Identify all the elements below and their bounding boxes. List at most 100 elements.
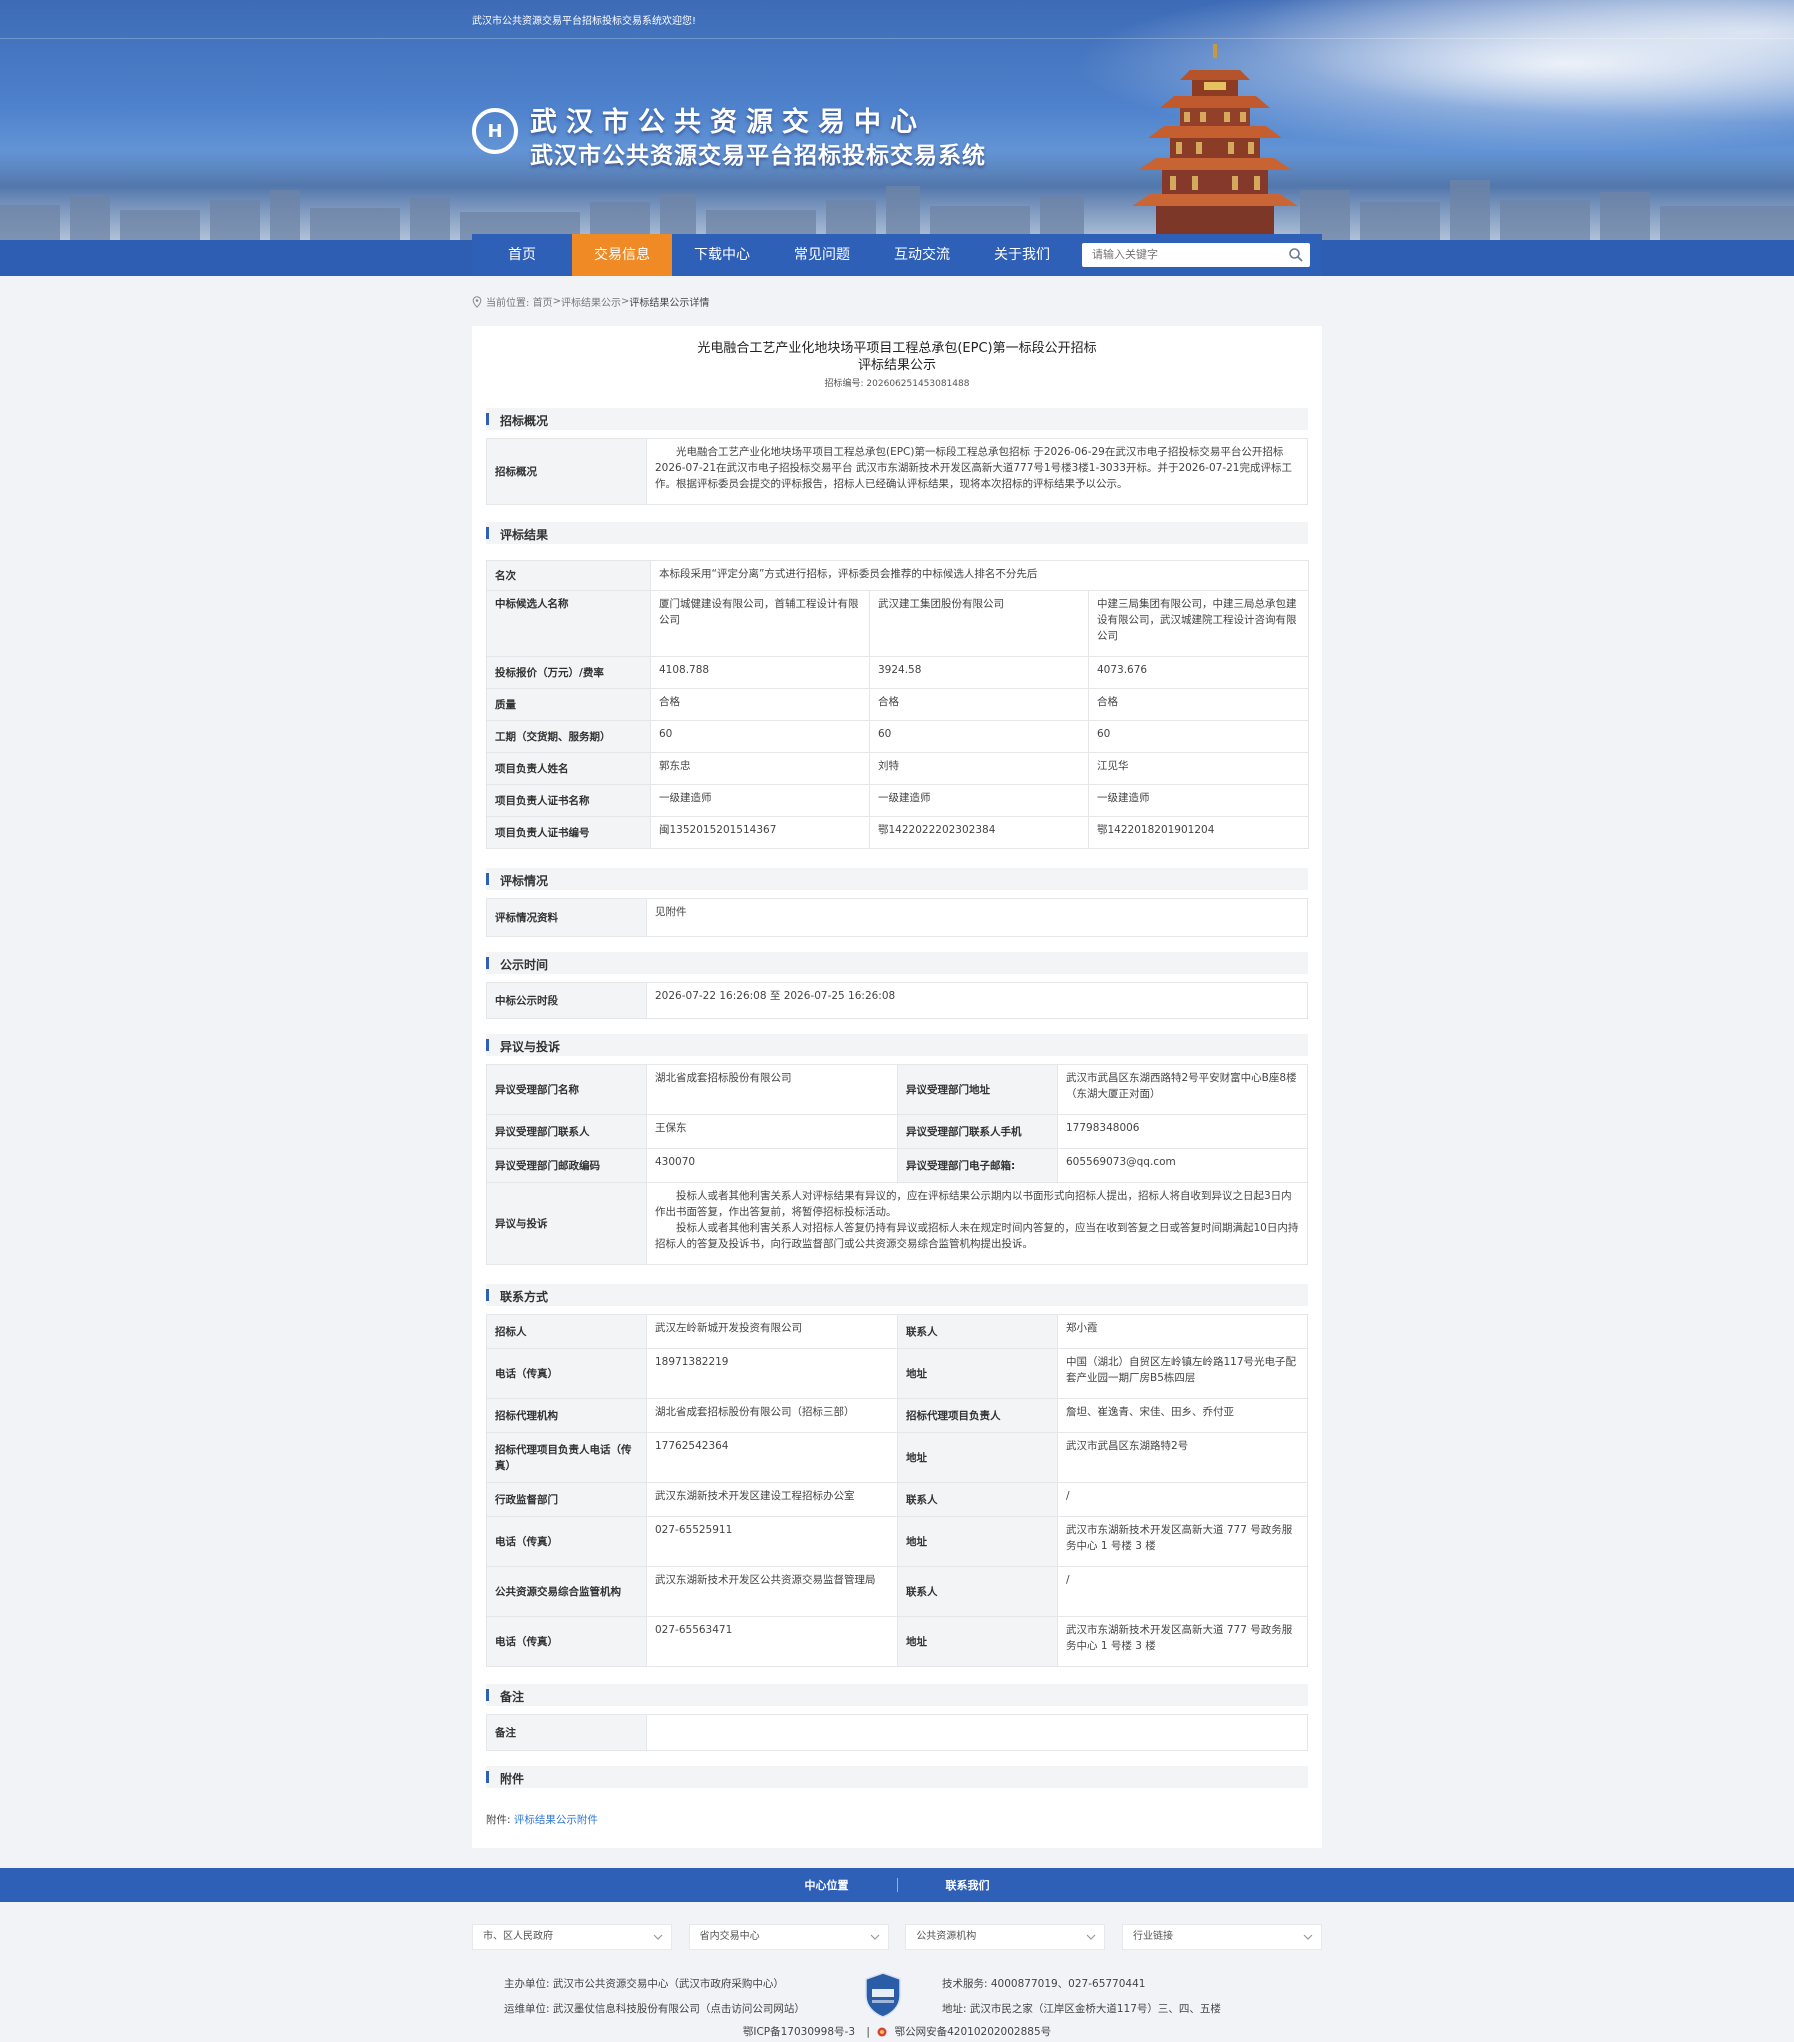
table-row: 招标人 武汉左岭新城开发投资有限公司 联系人 郑小霞	[486, 1314, 1308, 1349]
footer-icp: 鄂ICP备17030998号-3 | 鄂公网安备42010202002885号	[0, 2024, 1794, 2039]
table-row: 项目负责人姓名 郭东忠 刘特 江见华	[486, 752, 1309, 785]
footer-link-contact[interactable]: 联系我们	[898, 1877, 1038, 1893]
footer-tech: 技术服务: 4000877019、027-65770441	[942, 1978, 1146, 1990]
search-icon[interactable]	[1288, 247, 1304, 263]
select-public-resource[interactable]: 公共资源机构	[905, 1924, 1106, 1950]
period-label: 中标公示时段	[486, 982, 647, 1019]
contact-key: 招标代理项目负责人	[897, 1398, 1058, 1433]
contact-value: 武汉东湖新技术开发区建设工程招标办公室	[646, 1482, 898, 1517]
government-badge-icon[interactable]	[864, 1972, 902, 2018]
table-row: 公共资源交易综合监管机构 武汉东湖新技术开发区公共资源交易监督管理局 联系人 /	[486, 1566, 1308, 1617]
nav-trade-info[interactable]: 交易信息	[572, 234, 672, 276]
nav-faq[interactable]: 常见问题	[772, 234, 872, 276]
police-emblem-icon	[877, 2027, 887, 2037]
nav-home[interactable]: 首页	[472, 234, 572, 276]
contact-key: 联系人	[897, 1482, 1058, 1517]
contact-value: /	[1057, 1482, 1308, 1517]
table-row: 电话（传真） 18971382219 地址 中国（湖北）自贸区左岭镇左岭路117…	[486, 1348, 1308, 1399]
table-row: 质量 合格 合格 合格	[486, 688, 1309, 721]
icp-number[interactable]: 鄂ICP备17030998号-3	[743, 2026, 855, 2038]
cell: 合格	[650, 688, 870, 721]
overview-text: 光电融合工艺产业化地块场平项目工程总承包(EPC)第一标段工程总承包招标 于20…	[646, 438, 1308, 505]
cell: 鄂1422022202302384	[869, 816, 1089, 849]
contact-key: 电话（传真）	[486, 1516, 647, 1567]
contact-key: 电话（传真）	[486, 1616, 647, 1667]
page-title: 光电融合工艺产业化地块场平项目工程总承包(EPC)第一标段公开招标 评标结果公示	[472, 340, 1322, 374]
remark-label: 备注	[486, 1714, 647, 1751]
zip-label: 异议受理部门邮政编码	[486, 1148, 647, 1183]
cell: 一级建造师	[869, 784, 1089, 817]
attachment-row: 附件: 评标结果公示附件	[486, 1812, 598, 1827]
table-row: 评标情况资料 见附件	[486, 898, 1308, 937]
section-title: 附件	[500, 1772, 525, 1786]
welcome-text: 武汉市公共资源交易平台招标投标交易系统欢迎您!	[472, 16, 697, 27]
section-header-objection: 异议与投诉	[486, 1034, 1308, 1056]
overview-label: 招标概况	[486, 438, 647, 505]
breadcrumb-prefix: 当前位置:	[486, 298, 530, 309]
icp-separator: |	[866, 2026, 870, 2038]
contact: 王保东	[646, 1114, 898, 1149]
nav-about[interactable]: 关于我们	[972, 234, 1072, 276]
table-row: 电话（传真） 027-65525911 地址 武汉市东湖新技术开发区高新大道 7…	[486, 1516, 1308, 1567]
contact-value: 武汉市武昌区东湖路特2号	[1057, 1432, 1308, 1483]
cell: 鄂1422018201901204	[1088, 816, 1309, 849]
row-label: 中标候选人名称	[486, 590, 651, 657]
select-province-center[interactable]: 省内交易中心	[688, 1924, 889, 1950]
select-label: 市、区人民政府	[483, 1931, 553, 1942]
footer-link-location[interactable]: 中心位置	[757, 1877, 897, 1893]
table-row: 行政监督部门 武汉东湖新技术开发区建设工程招标办公室 联系人 /	[486, 1482, 1308, 1517]
situation-table: 评标情况资料 见附件	[486, 898, 1308, 937]
objection-text-2: 投标人或者其他利害关系人对招标人答复仍持有异议或招标人未在规定时间内答复的，应当…	[655, 1222, 1299, 1250]
nav-interaction[interactable]: 互动交流	[872, 234, 972, 276]
page-title-line1: 光电融合工艺产业化地块场平项目工程总承包(EPC)第一标段公开招标	[697, 341, 1097, 356]
footer-link-bar: 中心位置 联系我们	[0, 1868, 1794, 1902]
nav-downloads[interactable]: 下载中心	[672, 234, 772, 276]
row-label: 工期（交货期、服务期）	[486, 720, 651, 753]
table-row: 投标报价（万元）/费率 4108.788 3924.58 4073.676	[486, 656, 1309, 689]
contact-key: 招标代理机构	[486, 1398, 647, 1433]
site-logo-icon[interactable]: H	[472, 108, 518, 154]
breadcrumb-home[interactable]: 首页	[533, 294, 553, 309]
section-header-situation: 评标情况	[486, 868, 1308, 890]
cell: 4108.788	[650, 656, 870, 689]
phone: 17798348006	[1057, 1114, 1308, 1149]
table-row: 异议受理部门邮政编码 430070 异议受理部门电子邮箱: 605569073@…	[486, 1148, 1308, 1183]
dept-name: 湖北省成套招标股份有限公司	[646, 1064, 898, 1115]
contact-value: 湖北省成套招标股份有限公司（招标三部）	[646, 1398, 898, 1433]
chevron-down-icon	[1086, 1934, 1096, 1940]
cell: 60	[1088, 720, 1309, 753]
search-input[interactable]	[1082, 243, 1272, 267]
section-title: 公示时间	[500, 958, 549, 972]
content-card: 光电融合工艺产业化地块场平项目工程总承包(EPC)第一标段公开招标 评标结果公示…	[472, 326, 1322, 1848]
period-value: 2026-07-22 16:26:08 至 2026-07-25 16:26:0…	[646, 982, 1308, 1019]
rank-label: 名次	[486, 560, 651, 591]
contact-value: 武汉市东湖新技术开发区高新大道 777 号政务服务中心 1 号楼 3 楼	[1057, 1616, 1308, 1667]
select-industry-links[interactable]: 行业链接	[1121, 1924, 1322, 1950]
footer-operator[interactable]: 运维单位: 武汉墨仗信息科技股份有限公司（点击访问公司网站）	[504, 1997, 805, 2022]
row-label: 项目负责人姓名	[486, 752, 651, 785]
cell: 江见华	[1088, 752, 1309, 785]
location-pin-icon	[472, 295, 482, 308]
contact-table: 招标人 武汉左岭新城开发投资有限公司 联系人 郑小霞 电话（传真） 189713…	[486, 1314, 1308, 1667]
cell: 60	[869, 720, 1089, 753]
contact-key: 联系人	[897, 1314, 1058, 1349]
contact-value: 中国（湖北）自贸区左岭镇左岭路117号光电子配套产业园一期厂房B5栋四层	[1057, 1348, 1308, 1399]
select-city-gov[interactable]: 市、区人民政府	[472, 1924, 672, 1950]
objection-table: 异议受理部门名称 湖北省成套招标股份有限公司 异议受理部门地址 武汉市武昌区东湖…	[486, 1064, 1308, 1265]
attachment-link[interactable]: 评标结果公示附件	[514, 1814, 598, 1826]
contact-value: 詹坦、崔逸青、宋佳、田乡、乔付亚	[1057, 1398, 1308, 1433]
police-record[interactable]: 鄂公网安备42010202002885号	[895, 2026, 1052, 2038]
cell: 合格	[869, 688, 1089, 721]
breadcrumb-level1[interactable]: 评标结果公示	[561, 294, 621, 309]
breadcrumb-current: 评标结果公示详情	[629, 298, 710, 309]
contact-value: 武汉东湖新技术开发区公共资源交易监督管理局	[646, 1566, 898, 1617]
dept-name-label: 异议受理部门名称	[486, 1064, 647, 1115]
cell: 闽1352015201514367	[650, 816, 870, 849]
overview-table: 招标概况 光电融合工艺产业化地块场平项目工程总承包(EPC)第一标段工程总承包招…	[486, 438, 1308, 505]
contact-value: 17762542364	[646, 1432, 898, 1483]
rank-text: 本标段采用“评定分离”方式进行招标，评标委员会推荐的中标候选人排名不分先后	[650, 560, 1309, 591]
table-row: 招标代理项目负责人电话（传真） 17762542364 地址 武汉市武昌区东湖路…	[486, 1432, 1308, 1483]
select-label: 省内交易中心	[699, 1931, 760, 1942]
section-header-result: 评标结果	[486, 522, 1308, 544]
breadcrumb-sep: >	[620, 296, 630, 307]
